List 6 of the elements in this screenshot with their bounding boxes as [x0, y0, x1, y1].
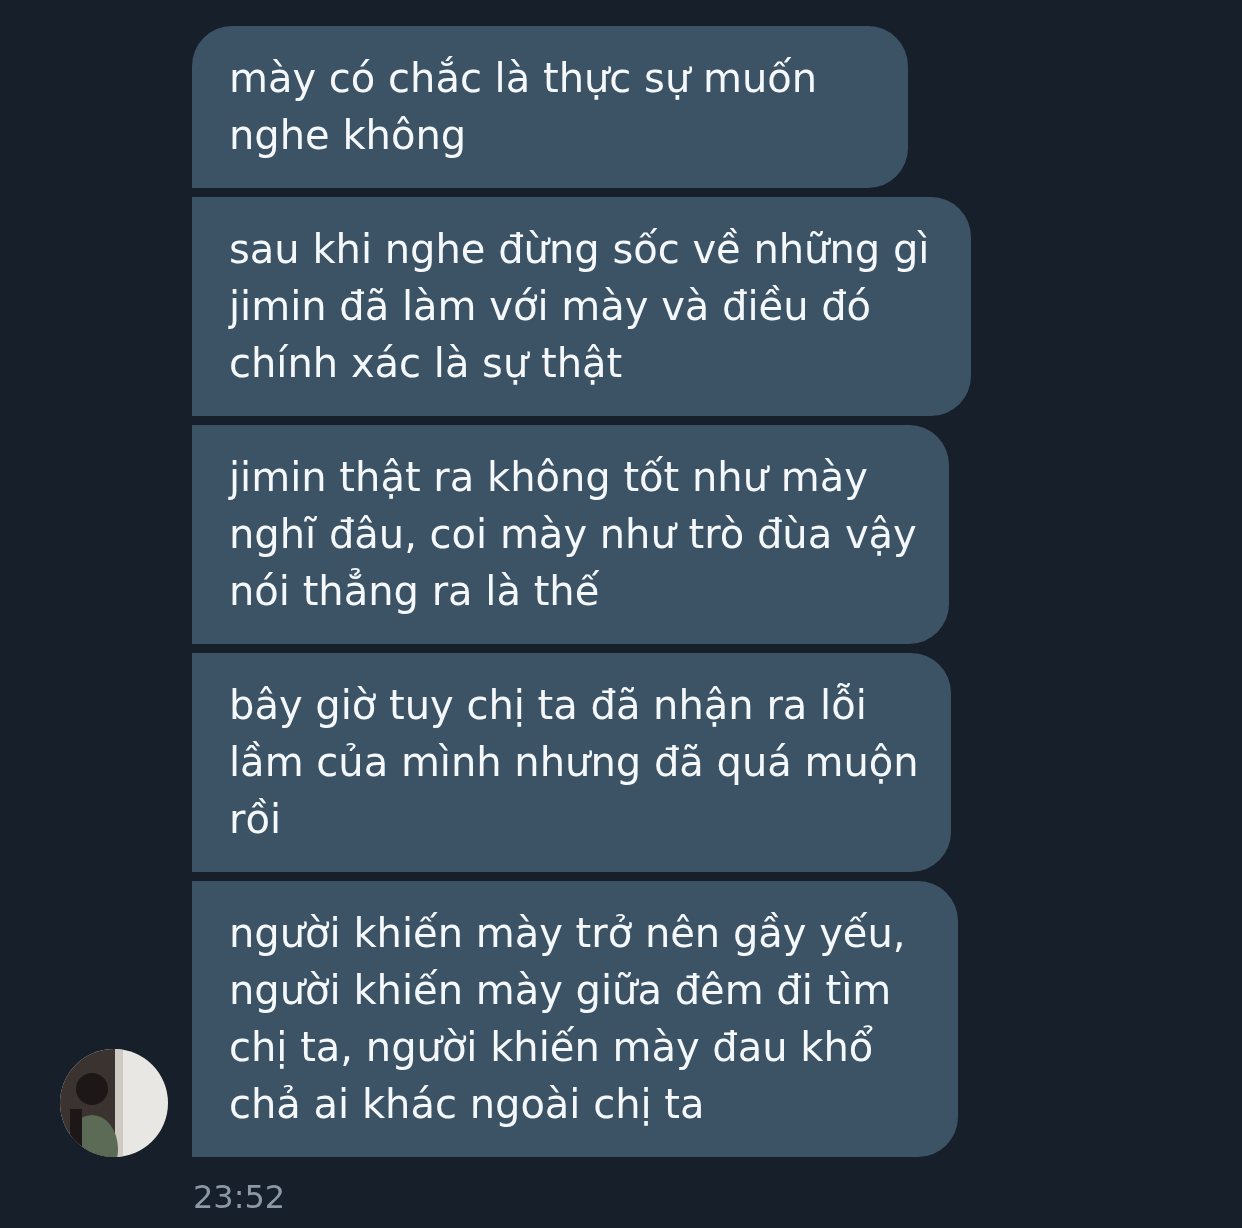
message-bubble: mày có chắc là thực sự muốn nghe không — [192, 26, 908, 188]
message-time: 23:52 — [193, 1178, 286, 1216]
message-bubble: jimin thật ra không tốt như mày nghĩ đâu, coi mày như trò đùa vậy nói thẳng ra là thế — [192, 425, 949, 644]
message-bubble: bây giờ tuy chị ta đã nhận ra lỗi lầm của mình nhưng đã quá muộn rồi — [192, 653, 951, 872]
message-bubble: sau khi nghe đừng sốc về những gì jimin đã làm với mày và điều đó chính xác là sự thật — [192, 197, 971, 416]
message-bubble: người khiến mày trở nên gầy yếu, người khiến mày giữa đêm đi tìm chị ta, người khiến mày đau khổ chả ai khác ngoài chị ta — [192, 881, 958, 1157]
